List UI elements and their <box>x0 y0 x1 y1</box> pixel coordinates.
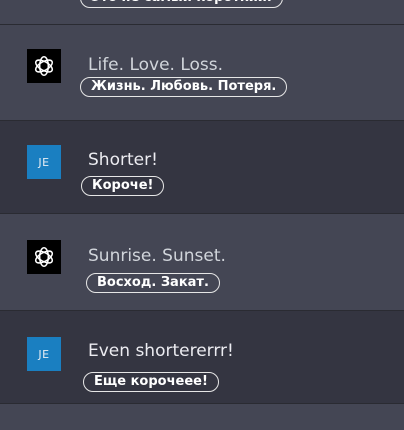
translation-badge: Восход. Закат. <box>86 273 220 293</box>
translation-badge: Это не самый короткий. <box>80 0 283 8</box>
translation-badge: Еще корочеее! <box>83 372 219 392</box>
user-avatar: JE <box>27 145 61 179</box>
message-row-user: JE Shorter! Короче! <box>0 121 404 214</box>
message-row-assistant: Sunrise. Sunset. Восход. Закат. <box>0 214 404 311</box>
message-row-assistant: Life. Love. Loss. Жизнь. Любовь. Потеря. <box>0 25 404 121</box>
translation-badge: Жизнь. Любовь. Потеря. <box>80 77 288 97</box>
openai-logo-icon <box>27 240 61 274</box>
message-text: Sunrise. Sunset. <box>88 246 226 266</box>
message-row-assistant <box>0 404 404 430</box>
openai-logo-icon <box>27 49 61 83</box>
message-text: Life. Love. Loss. <box>88 55 224 75</box>
message-text: Shorter! <box>88 150 158 170</box>
user-avatar: JE <box>27 337 61 371</box>
message-row-assistant: Это не самый короткий. <box>0 0 404 25</box>
translation-badge: Короче! <box>81 176 165 196</box>
message-text: Even shortererrr! <box>88 341 234 361</box>
message-row-user: JE Even shortererrr! Еще корочеее! <box>0 311 404 404</box>
